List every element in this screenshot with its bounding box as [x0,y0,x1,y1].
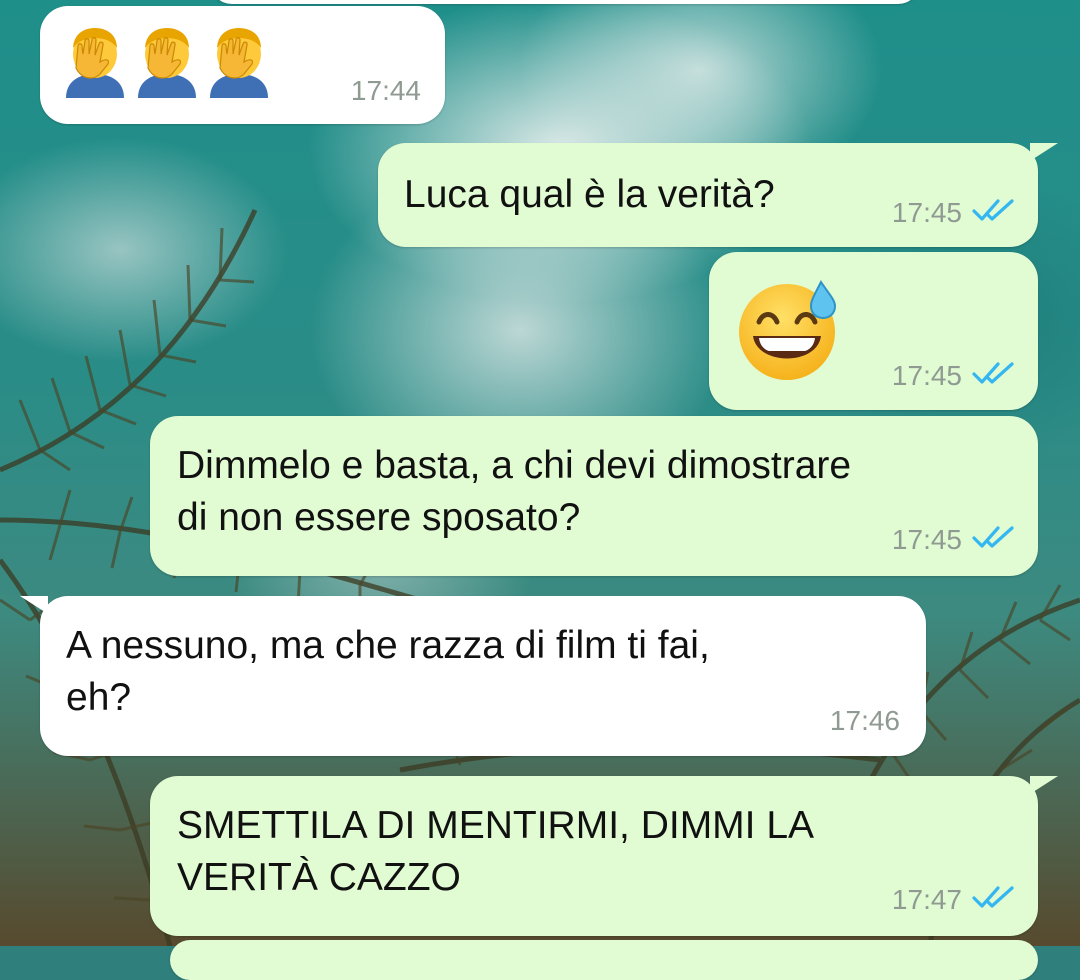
message-meta: 17:47 [892,884,1016,915]
double-check-icon [972,360,1016,391]
message-text: Dimmelo e basta, a chi devi dimostrare d… [177,444,852,539]
message-meta: 17:45 [892,524,1016,555]
message-meta: 17:46 [830,706,900,736]
message-bubble-partial[interactable] [210,0,920,4]
person-facepalming-emoji [206,24,272,103]
message-bubble-outgoing[interactable]: Dimmelo e basta, a chi devi dimostrare d… [150,416,1038,576]
message-text: Luca qual è la verità? [404,173,775,216]
message-bubble-partial[interactable] [170,940,1038,980]
message-text: SMETTILA DI MENTIRMI, DIMMI LA VERITÀ CA… [177,804,815,899]
message-timestamp: 17:46 [829,705,900,736]
message-bubble-outgoing[interactable]: Luca qual è la verità? 17:45 [378,143,1038,247]
message-bubble-incoming[interactable]: 17:44 [40,6,445,124]
message-bubble-incoming[interactable]: A nessuno, ma che razza di film ti fai, … [40,596,926,756]
emoji-row [62,24,272,103]
message-meta: 17:45 [892,197,1016,228]
bubble-tail [1030,776,1058,794]
message-meta: 17:45 [892,360,1016,391]
message-timestamp: 17:45 [891,196,962,228]
bubble-tail [1030,143,1058,161]
message-bubble-outgoing[interactable]: 17:45 [709,252,1038,410]
message-timestamp: 17:45 [891,359,962,391]
double-check-icon [972,524,1016,555]
message-text: A nessuno, ma che razza di film ti fai, … [66,624,710,719]
message-timestamp: 17:47 [891,883,962,915]
person-facepalming-emoji [62,24,128,103]
grinning-face-with-sweat-emoji [735,274,845,389]
double-check-icon [972,884,1016,915]
message-timestamp: 17:45 [891,523,962,555]
message-meta: 17:44 [351,76,421,106]
message-bubble-outgoing[interactable]: SMETTILA DI MENTIRMI, DIMMI LA VERITÀ CA… [150,776,1038,936]
bubble-tail [20,596,48,614]
message-timestamp: 17:44 [350,75,421,106]
double-check-icon [972,197,1016,228]
person-facepalming-emoji [134,24,200,103]
